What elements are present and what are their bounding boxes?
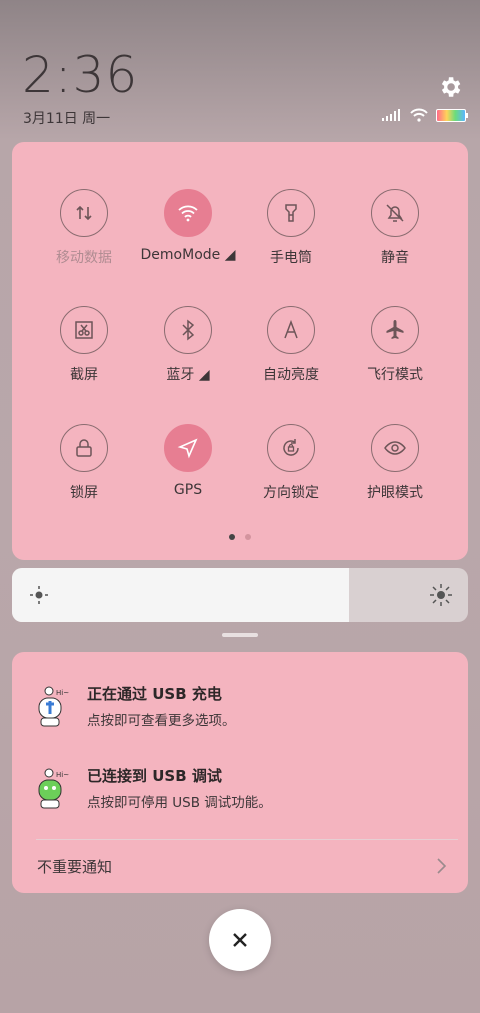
svg-text:Hi~: Hi~: [56, 771, 69, 779]
mute-bell-icon: [386, 204, 404, 222]
tile-button[interactable]: [60, 189, 108, 237]
tile-label: 静音: [381, 250, 409, 266]
tile-button[interactable]: [164, 306, 212, 354]
tile-button[interactable]: [164, 189, 212, 237]
notification-title: 已连接到 USB 调试: [87, 767, 222, 785]
signal-icon: [382, 109, 400, 121]
chevron-right-icon[interactable]: [436, 857, 448, 875]
tile-mobile-data[interactable]: 移动数据: [32, 189, 136, 267]
mobile-data-icon: [76, 205, 92, 221]
tile-mute-bell[interactable]: 静音: [343, 189, 447, 267]
tile-button[interactable]: [60, 424, 108, 472]
tile-button[interactable]: [371, 189, 419, 237]
page-indicator: [12, 534, 468, 540]
tile-label: 锁屏: [70, 485, 98, 501]
tile-label: 手电筒: [270, 250, 312, 266]
brightness-slider[interactable]: [12, 568, 468, 622]
brightness-high-icon: [430, 584, 452, 606]
tile-wifi[interactable]: DemoMode ◢: [136, 189, 240, 263]
usb-charging-robot-icon: Hi~: [38, 686, 69, 727]
minor-notifications-link[interactable]: 不重要通知: [37, 856, 112, 877]
notification-text: 点按即可查看更多选项。: [87, 713, 236, 729]
tile-auto-brightness[interactable]: 自动亮度: [239, 306, 343, 384]
page-dot-2[interactable]: [245, 534, 251, 540]
auto-brightness-icon: [284, 319, 298, 339]
tile-gps[interactable]: GPS: [136, 424, 240, 498]
tile-button[interactable]: [371, 424, 419, 472]
bluetooth-icon: [182, 319, 195, 341]
status-bar: [382, 108, 468, 122]
svg-text:Hi~: Hi~: [56, 689, 69, 697]
tile-button[interactable]: [371, 306, 419, 354]
tile-label: 方向锁定: [263, 485, 319, 501]
lock-icon: [76, 439, 92, 457]
page-dot-1[interactable]: [229, 534, 235, 540]
tile-label: GPS: [173, 482, 203, 498]
tile-label: 飞行模式: [367, 367, 423, 383]
notification-title: 正在通过 USB 充电: [87, 685, 222, 703]
notification-text: 点按即可停用 USB 调试功能。: [87, 795, 272, 811]
drag-handle[interactable]: [222, 633, 258, 637]
battery-icon: [436, 108, 468, 122]
tile-button[interactable]: [267, 189, 315, 237]
tile-airplane[interactable]: 飞行模式: [343, 306, 447, 384]
tile-label: 自动亮度: [263, 367, 319, 383]
eye-icon: [384, 441, 406, 455]
brightness-low-icon: [30, 586, 48, 604]
gps-icon: [177, 438, 198, 459]
tile-label: 截屏: [70, 367, 98, 383]
wifi-status-icon: [410, 108, 428, 122]
tile-rotation-lock[interactable]: 方向锁定: [239, 424, 343, 502]
divider: [36, 839, 458, 840]
gear-icon[interactable]: [437, 74, 463, 100]
tile-lock[interactable]: 锁屏: [32, 424, 136, 502]
tile-label: 蓝牙 ◢: [166, 367, 210, 383]
tile-button[interactable]: [267, 424, 315, 472]
tile-button[interactable]: [164, 424, 212, 472]
usb-debug-robot-icon: Hi~: [38, 768, 69, 809]
clock-time: 2:36: [22, 46, 139, 104]
tile-button[interactable]: [267, 306, 315, 354]
tile-eye[interactable]: 护眼模式: [343, 424, 447, 502]
tile-label: 护眼模式: [367, 485, 423, 501]
airplane-icon: [386, 320, 404, 339]
screenshot-icon: [75, 321, 93, 339]
tile-screenshot[interactable]: 截屏: [32, 306, 136, 384]
clock-date: 3月11日 周一: [23, 111, 111, 127]
tile-label: 移动数据: [56, 250, 112, 266]
clear-all-button[interactable]: [209, 909, 271, 971]
tile-label: DemoMode ◢: [140, 247, 236, 263]
close-icon: [233, 933, 247, 947]
quick-settings-panel: 移动数据 DemoMode ◢ 手电筒 静音截屏 蓝牙 ◢ 自动亮度 飞行模式锁屏 GPS 方向…: [12, 142, 468, 560]
brightness-fill: [12, 568, 350, 622]
tile-bluetooth[interactable]: 蓝牙 ◢: [136, 306, 240, 384]
tile-button[interactable]: [60, 306, 108, 354]
wifi-icon: [178, 205, 198, 222]
notification-card: Hi~ 正在通过 USB 充电 点按即可查看更多选项。 Hi~ 已连接到 USB…: [12, 652, 468, 893]
rotation-lock-icon: [283, 439, 299, 456]
tile-flashlight[interactable]: 手电筒: [239, 189, 343, 267]
flashlight-icon: [285, 204, 297, 222]
